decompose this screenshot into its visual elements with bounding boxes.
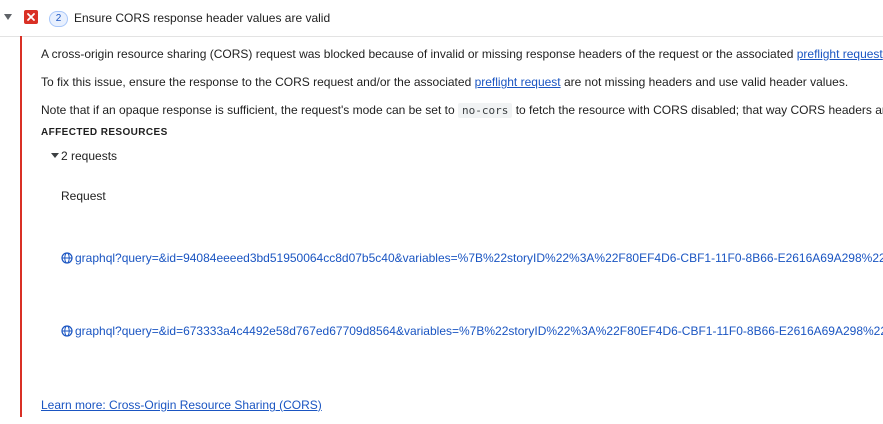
preflight-request-link[interactable]: preflight request: [475, 75, 561, 89]
issue-panel: 2 Ensure CORS response header values are…: [0, 0, 883, 424]
request-column-header: Request: [61, 189, 106, 203]
chevron-down-icon[interactable]: [4, 14, 12, 20]
globe-icon: [61, 325, 73, 337]
description-text: to fetch the resource with CORS disabled…: [512, 103, 883, 117]
no-cors-code: no-cors: [458, 103, 513, 118]
learn-more-link[interactable]: Learn more: Cross-Origin Resource Sharin…: [41, 398, 322, 413]
requests-toggle-label: 2 requests: [61, 149, 118, 163]
request-link[interactable]: graphql?query=&id=94084eeeed3bd51950064c…: [61, 251, 883, 266]
description-text: Note that if an opaque response is suffi…: [41, 103, 458, 117]
description-text: To fix this issue, ensure the response t…: [41, 75, 475, 89]
issue-header[interactable]: 2 Ensure CORS response header values are…: [0, 0, 883, 37]
globe-icon: [61, 252, 73, 264]
description-paragraph-3: Note that if an opaque response is suffi…: [41, 103, 883, 118]
description-paragraph-1: A cross-origin resource sharing (CORS) r…: [41, 47, 883, 62]
request-link[interactable]: graphql?query=&id=673333a4c4492e58d767ed…: [61, 324, 883, 339]
description-text: are not missing headers and use valid he…: [560, 75, 849, 89]
error-side-bar: [20, 36, 22, 417]
chevron-down-icon: [51, 153, 59, 159]
description-paragraph-2: To fix this issue, ensure the response t…: [41, 75, 848, 90]
issue-count-badge: 2: [49, 11, 68, 27]
requests-toggle[interactable]: 2 requests: [51, 149, 117, 164]
affected-resources-label: AFFECTED RESOURCES: [41, 127, 168, 138]
error-flag-icon: [24, 10, 38, 24]
request-url: graphql?query=&id=94084eeeed3bd51950064c…: [75, 251, 883, 265]
preflight-request-link[interactable]: preflight request: [797, 47, 883, 61]
request-url: graphql?query=&id=673333a4c4492e58d767ed…: [75, 324, 883, 338]
issue-title: Ensure CORS response header values are v…: [74, 11, 331, 25]
description-text: A cross-origin resource sharing (CORS) r…: [41, 47, 797, 61]
